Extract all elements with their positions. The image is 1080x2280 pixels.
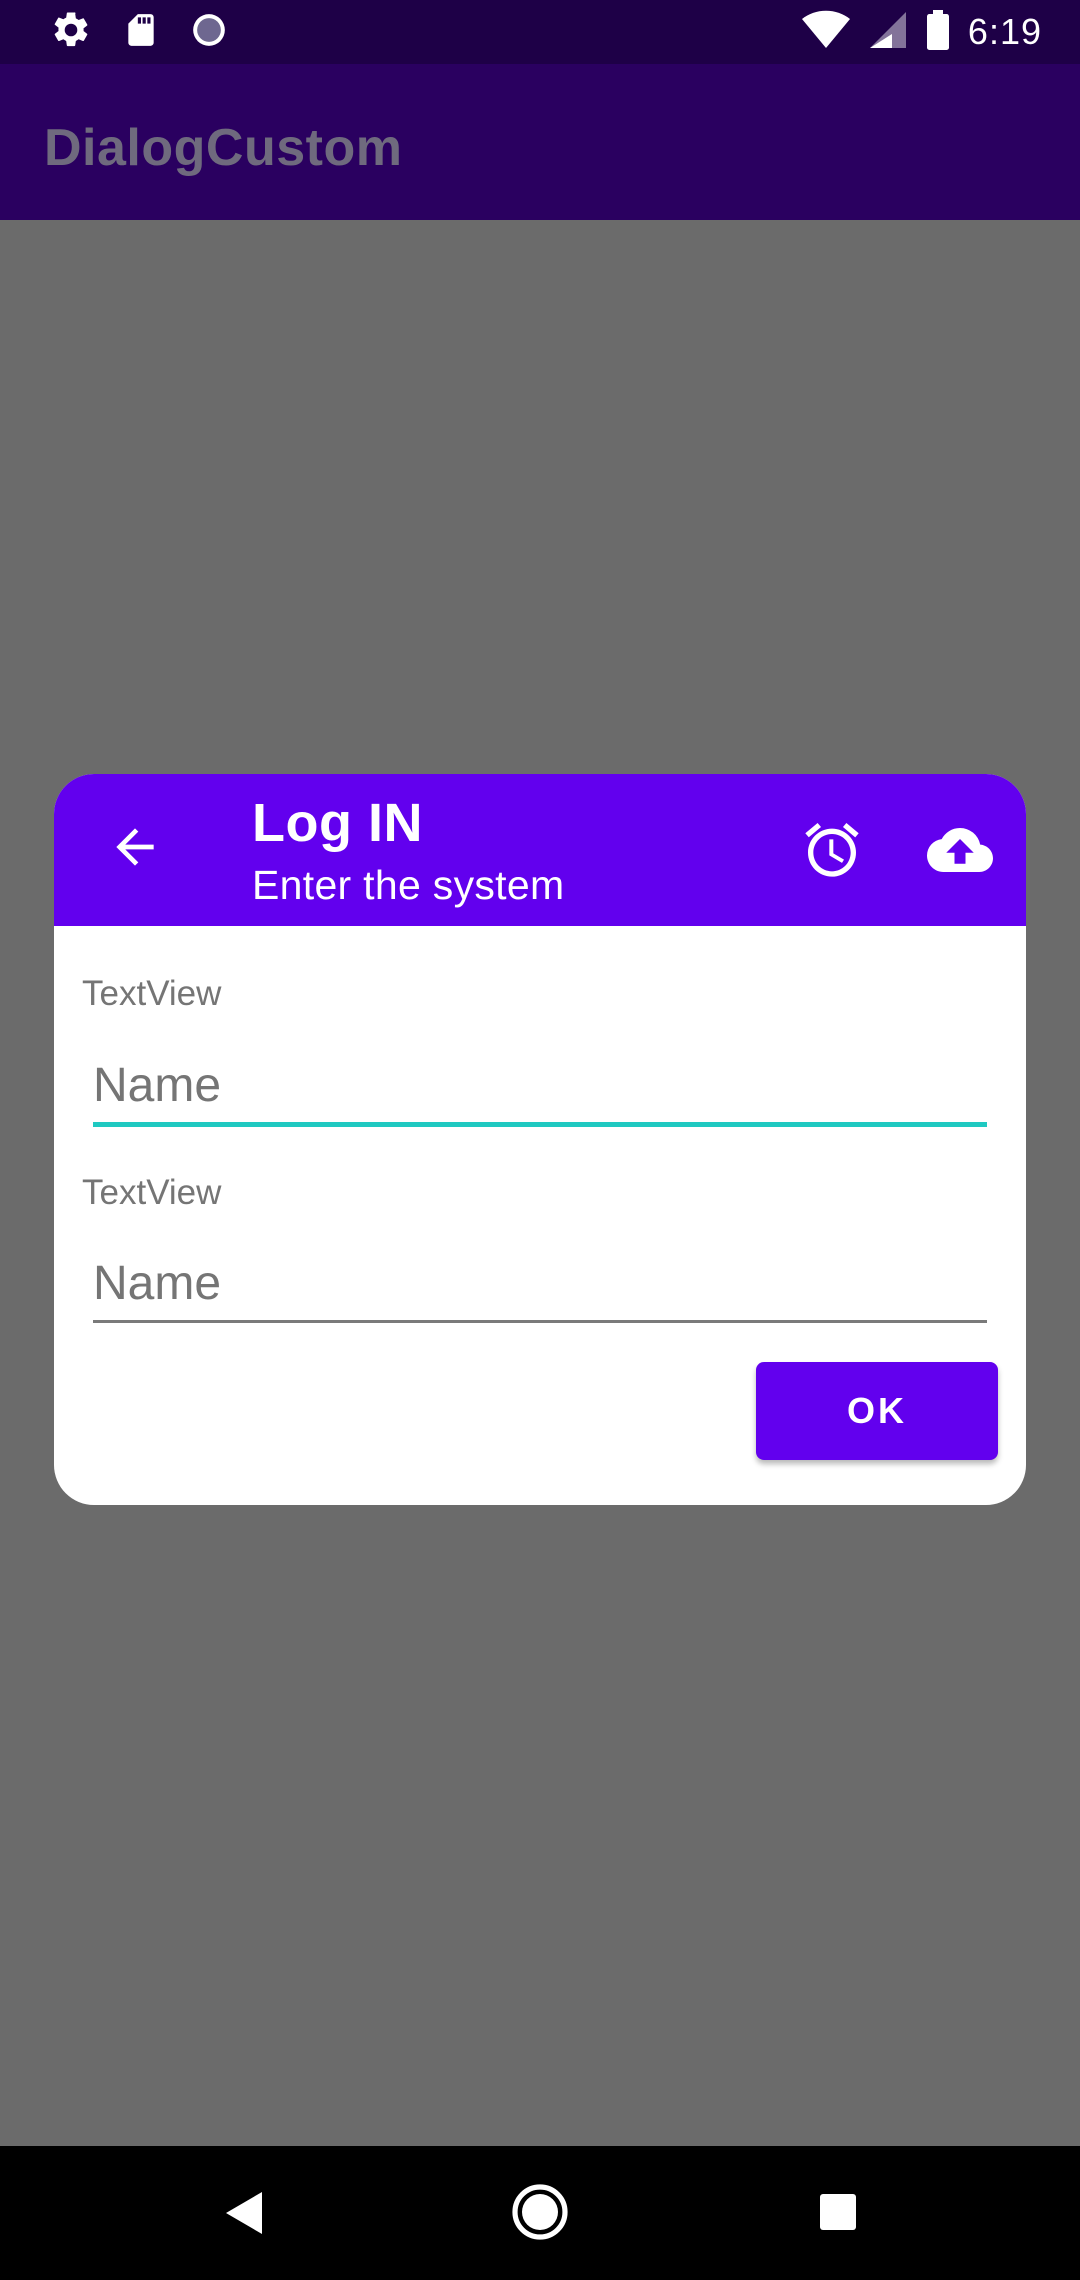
status-right-icons: 6:19 [801,9,1042,55]
back-button[interactable] [100,814,170,884]
arrow-back-icon [107,819,163,880]
cloud-upload-icon [927,817,993,888]
battery-icon [926,9,950,55]
dialog-subtitle: Enter the system [252,862,565,908]
name-field-2-underline [93,1320,987,1323]
ok-button[interactable]: OK [756,1362,998,1460]
name-field-1[interactable] [93,1050,987,1120]
field-label-1: TextView [82,974,222,1013]
app-title: DialogCustom [44,119,403,177]
name-field-2[interactable] [93,1248,987,1318]
nav-home-icon[interactable] [510,2182,570,2242]
alarm-icon [800,818,864,887]
upload-button[interactable] [920,812,1000,892]
app-bar: DialogCustom [0,64,1080,220]
nav-back-icon[interactable] [218,2186,270,2240]
name-field-1-underline [93,1122,987,1127]
sd-card-icon [122,10,160,55]
gear-icon [50,9,92,56]
navigation-bar [0,2146,1080,2280]
status-left-icons [50,10,228,54]
login-dialog: Log IN Enter the system TextView TextVie… [54,774,1026,1505]
alarm-button[interactable] [792,812,872,892]
cell-signal-icon [868,10,908,55]
field-label-2: TextView [82,1173,222,1212]
nav-recents-icon[interactable] [818,2192,858,2232]
status-time: 6:19 [967,11,1042,52]
wifi-icon [801,10,850,55]
sync-progress-icon [190,11,228,54]
dialog-title: Log IN [252,793,423,853]
ok-button-label: OK [847,1390,907,1431]
dialog-header: Log IN Enter the system [54,774,1026,926]
status-bar: 6:19 [0,0,1080,64]
